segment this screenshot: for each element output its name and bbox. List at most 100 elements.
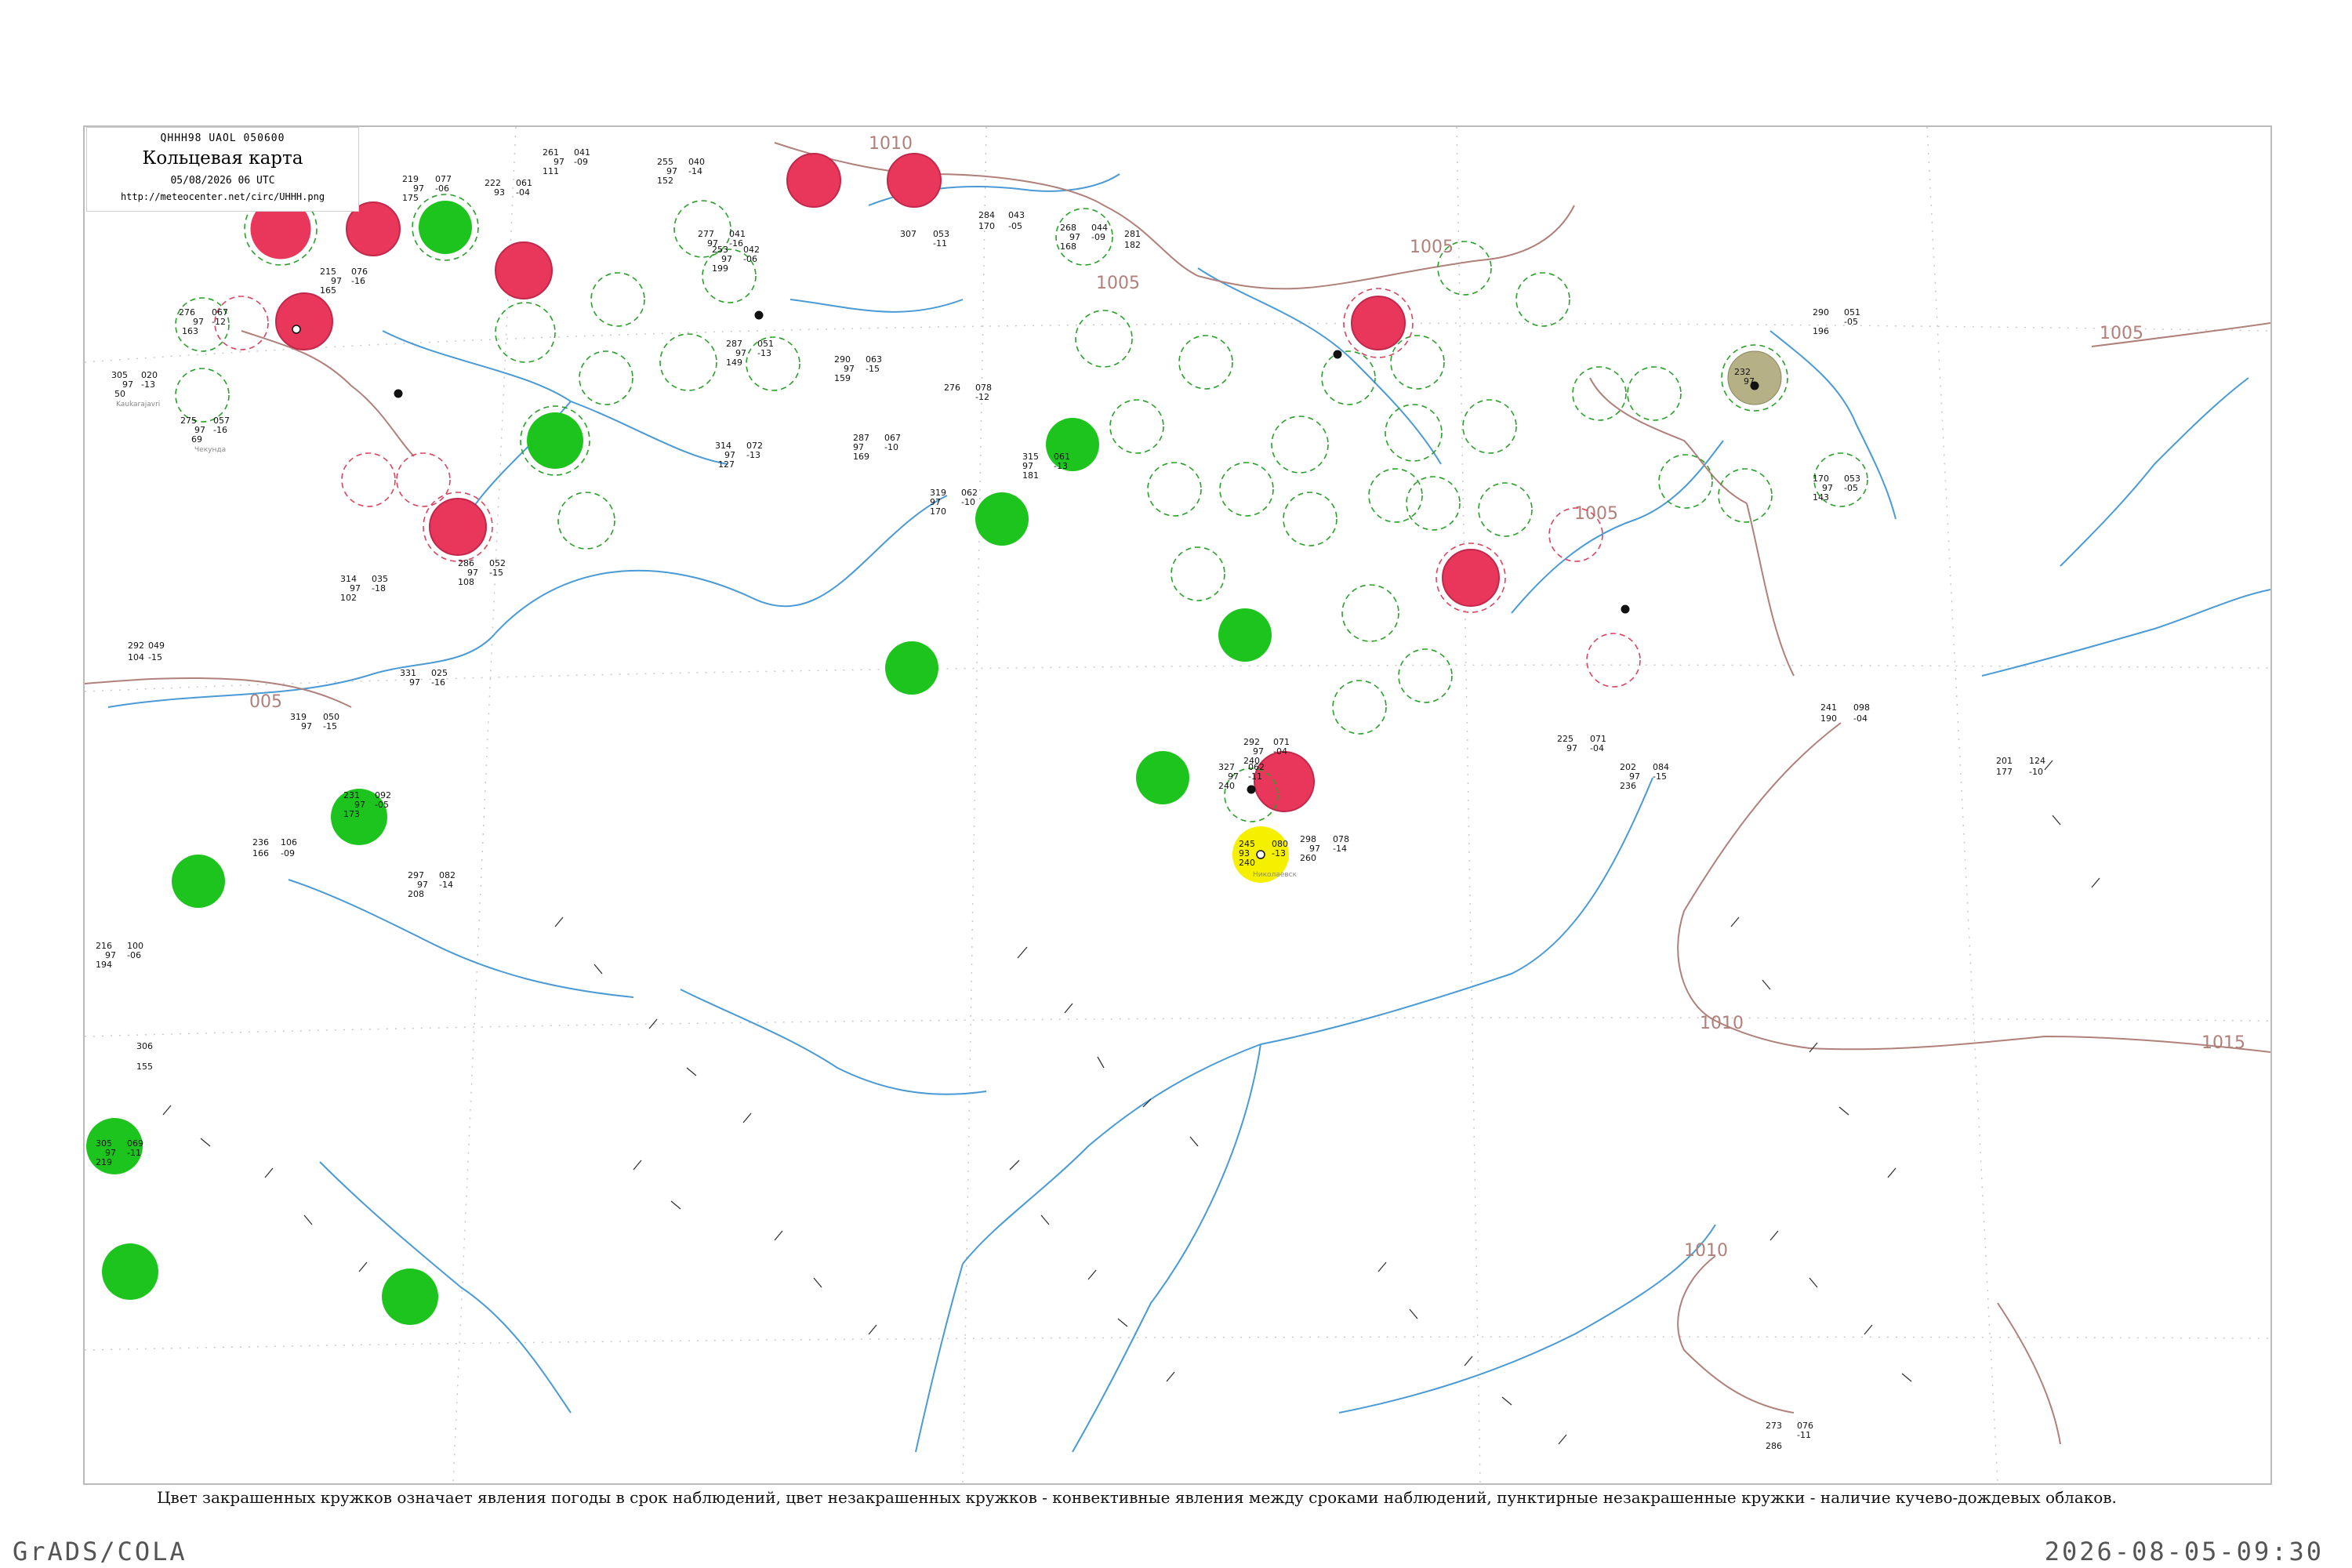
cb-ring bbox=[1341, 584, 1399, 642]
cb-ring bbox=[1572, 366, 1627, 421]
station-dd: -18 bbox=[372, 583, 386, 593]
station-td: 182 bbox=[1124, 240, 1141, 250]
source-url[interactable]: http://meteocenter.net/circ/UHHH.png bbox=[87, 191, 358, 202]
haze-circle bbox=[1727, 350, 1782, 405]
station-dd: -15 bbox=[148, 652, 162, 662]
station-p: 284 bbox=[978, 210, 995, 220]
station-dd: -16 bbox=[431, 677, 445, 688]
station-td: 108 bbox=[458, 577, 474, 587]
isobar-label: 1005 bbox=[1096, 274, 1140, 293]
station-dd: -04 bbox=[516, 187, 530, 198]
station-td: 127 bbox=[718, 459, 735, 470]
rain-circle bbox=[102, 1243, 158, 1300]
rivers bbox=[107, 173, 2270, 1453]
cb-ring bbox=[1075, 310, 1133, 368]
station-group: 306 155 bbox=[136, 1041, 153, 1072]
rain-circle bbox=[419, 201, 472, 254]
station-group: 281182 bbox=[1124, 229, 1141, 250]
bulletin-code: QHHH98 UAOL 050600 bbox=[160, 132, 285, 144]
station-dd: -10 bbox=[884, 442, 898, 452]
station-p: 201 bbox=[1996, 756, 2013, 766]
station-dd: -06 bbox=[435, 183, 449, 194]
observation-datetime: 05/08/2026 06 UTC bbox=[170, 175, 275, 187]
station-dot bbox=[394, 389, 403, 398]
station-group: 287 05197 -13149 bbox=[726, 339, 774, 368]
station-dp: 043 bbox=[1008, 210, 1025, 220]
station-dd: -05 bbox=[1844, 317, 1858, 327]
cb-ring bbox=[1515, 272, 1570, 327]
isobar-label: 1010 bbox=[1700, 1014, 1744, 1033]
station-group: 170 05397 -05143 bbox=[1813, 474, 1860, 503]
station-dd: -14 bbox=[688, 166, 702, 176]
rain-circle bbox=[1136, 751, 1189, 804]
station-dot bbox=[1256, 850, 1265, 859]
station-group: 290 06397 -15159 bbox=[834, 354, 882, 383]
cb-ring bbox=[1271, 416, 1329, 474]
isobar-label: 005 bbox=[249, 692, 282, 712]
station-td: 149 bbox=[726, 358, 742, 368]
cb-ring-red bbox=[341, 452, 396, 507]
station-dd: -15 bbox=[1653, 771, 1667, 782]
cb-ring bbox=[1406, 476, 1461, 531]
cb-ring bbox=[1332, 680, 1387, 735]
cb-ring bbox=[1368, 468, 1423, 523]
station-group: 253 04297 -06199 bbox=[712, 245, 760, 274]
station-dd: -06 bbox=[127, 950, 141, 960]
rain-circle bbox=[382, 1269, 438, 1325]
station-group: 286 05297 -15108 bbox=[458, 558, 506, 587]
cb-ring bbox=[1658, 454, 1713, 509]
station-dd: -13 bbox=[141, 379, 155, 390]
station-group: 314 07297 -13127 bbox=[715, 441, 763, 470]
station-dd: -10 bbox=[2029, 767, 2043, 777]
station-p: 292 bbox=[128, 641, 144, 651]
station-id: Чекунда bbox=[194, 446, 226, 454]
station-td: 159 bbox=[834, 373, 851, 383]
station-group: 276 06797 -12163 bbox=[179, 307, 228, 336]
map-title: Кольцевая карта bbox=[142, 148, 303, 169]
station-group: 236 106 166 -09 bbox=[252, 837, 297, 858]
station-td: 102 bbox=[340, 593, 357, 603]
station-group: 225 07197 -04 bbox=[1557, 734, 1606, 753]
station-td: 155 bbox=[136, 1062, 153, 1072]
station-dd: -15 bbox=[866, 364, 880, 374]
station-td: 163 bbox=[182, 326, 198, 336]
station-group: 305 02097 -1350Kaukarajavri bbox=[111, 370, 160, 408]
station-td: 50 bbox=[114, 389, 125, 399]
station-group: 314 03597 -18102 bbox=[340, 574, 388, 603]
station-td: 111 bbox=[543, 166, 559, 176]
cb-ring bbox=[1178, 335, 1233, 390]
station-dd: -14 bbox=[1333, 844, 1347, 854]
rain-circle bbox=[1218, 608, 1272, 662]
map-canvas: 1010 1005 1005 1005 1005 1010 1010 1015 … bbox=[85, 127, 2270, 1483]
station-td: 69 bbox=[191, 434, 202, 445]
cb-ring bbox=[590, 272, 645, 327]
station-dd: -11 bbox=[1797, 1430, 1811, 1440]
station-dot bbox=[1247, 785, 1256, 794]
station-dd: -05 bbox=[1844, 483, 1858, 493]
station-td: 173 bbox=[343, 809, 360, 819]
station-dp: 049 bbox=[148, 641, 165, 651]
station-p: 236 bbox=[252, 837, 269, 848]
station-group: 219 07797 -06175 bbox=[402, 174, 452, 203]
station-group: 290 051196-05 bbox=[1813, 307, 1860, 336]
station-dot bbox=[754, 310, 764, 320]
station-group: 297 08297 -14208 bbox=[408, 870, 456, 899]
rain-circle bbox=[527, 412, 583, 469]
station-p: 273 bbox=[1766, 1421, 1782, 1431]
station-group: 307 053-11 bbox=[900, 229, 949, 249]
station-group: 255 04097 -14152 bbox=[657, 157, 705, 186]
cb-ring bbox=[1385, 404, 1443, 462]
rain-circle bbox=[885, 641, 938, 695]
cb-ring bbox=[495, 302, 556, 363]
cb-ring bbox=[1219, 462, 1274, 517]
station-dd: -13 bbox=[1054, 461, 1068, 471]
station-group: 284 043 170 -05 bbox=[978, 210, 1025, 231]
station-dp: 098 bbox=[1853, 702, 1870, 713]
station-dd: -13 bbox=[757, 348, 771, 358]
thunderstorm-circle bbox=[495, 241, 553, 299]
station-group: 216 10097 -06194 bbox=[96, 941, 143, 970]
station-id: Николаевск bbox=[1253, 871, 1298, 879]
thunderstorm-circle bbox=[786, 153, 841, 208]
station-td: 196 bbox=[1813, 326, 1829, 336]
station-p: 281 bbox=[1124, 229, 1141, 239]
